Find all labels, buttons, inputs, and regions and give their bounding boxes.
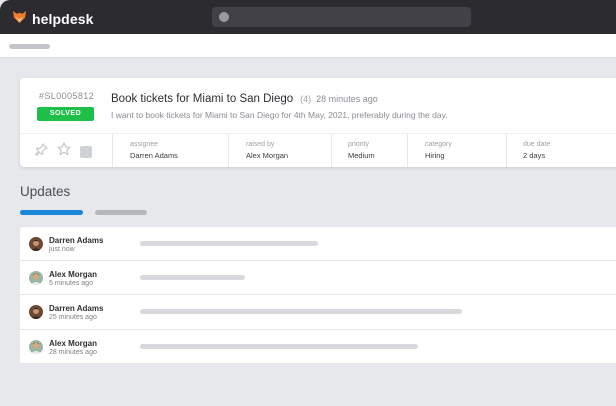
field-raised-by[interactable]: raised by Alex Morgan [246, 141, 288, 160]
field-due-date[interactable]: due date 2 days [523, 141, 550, 160]
tab-inactive[interactable] [95, 210, 147, 215]
update-time: 5 minutes ago [49, 279, 93, 287]
field-label: assignee [130, 141, 159, 148]
tab-active[interactable] [20, 210, 83, 215]
update-author[interactable]: Alex Morgan [49, 270, 97, 279]
field-priority[interactable]: priority Medium [348, 141, 375, 160]
field-value: Hiring [425, 151, 445, 160]
ticket-description: I want to book tickets for Miami to San … [111, 110, 448, 120]
sub-toolbar [0, 34, 616, 58]
update-time: 28 minutes ago [49, 348, 97, 356]
update-row[interactable]: Darren Adams just now [20, 226, 616, 261]
star-icon[interactable] [57, 142, 71, 161]
ticket-title[interactable]: Book tickets for Miami to San Diego [111, 93, 293, 105]
app-frame: helpdesk #SL0005812 SOLVED Book tickets … [0, 0, 616, 406]
divider [407, 134, 408, 167]
ticket-reply-count: (4) [300, 94, 312, 104]
square-icon[interactable] [80, 145, 92, 158]
update-message-placeholder [140, 274, 245, 280]
ticket-card: #SL0005812 SOLVED Book tickets for Miami… [20, 78, 616, 167]
search-input[interactable] [212, 7, 471, 27]
search-icon [219, 12, 229, 22]
update-author[interactable]: Darren Adams [49, 236, 103, 245]
brand[interactable]: helpdesk [12, 9, 94, 29]
divider [331, 134, 332, 167]
avatar-icon[interactable] [29, 270, 43, 285]
field-assignee[interactable]: assignee Darren Adams [130, 141, 178, 160]
field-value: 2 days [523, 151, 546, 160]
update-message-placeholder [140, 343, 418, 349]
field-value: Darren Adams [130, 151, 178, 160]
divider [20, 133, 616, 134]
field-label: priority [348, 141, 370, 148]
field-label: raised by [246, 141, 275, 148]
fox-logo-icon [12, 9, 27, 29]
update-message-placeholder [140, 241, 318, 246]
update-row[interactable]: Alex Morgan 5 minutes ago [20, 260, 616, 295]
field-label: category [425, 141, 452, 148]
avatar-icon[interactable] [29, 305, 43, 319]
ticket-id: #SL0005812 [39, 91, 95, 101]
ticket-title-row: Book tickets for Miami to San Diego (4) … [111, 93, 378, 105]
updates-list: Darren Adams just now Alex Morgan 5 minutes… [20, 226, 616, 364]
avatar-icon[interactable] [29, 237, 43, 251]
field-category[interactable]: category Hiring [425, 141, 452, 160]
update-time: just now [49, 246, 75, 253]
field-value: Alex Morgan [246, 151, 289, 160]
update-message-placeholder [140, 309, 462, 314]
app-name: helpdesk [32, 11, 94, 27]
divider [228, 134, 229, 167]
updates-heading: Updates [20, 184, 71, 199]
field-value: Medium [348, 151, 375, 160]
avatar-icon[interactable] [29, 339, 43, 354]
pin-icon[interactable] [35, 142, 48, 161]
ticket-time: 28 minutes ago [316, 94, 378, 104]
update-author[interactable]: Alex Morgan [49, 339, 97, 348]
divider [112, 134, 113, 167]
breadcrumb-placeholder[interactable] [9, 44, 50, 49]
update-author[interactable]: Darren Adams [49, 304, 103, 313]
update-row[interactable]: Alex Morgan 28 minutes ago [20, 329, 616, 364]
top-bar: helpdesk [0, 0, 616, 34]
status-badge: SOLVED [37, 107, 94, 121]
divider [506, 134, 507, 167]
ticket-actions [35, 142, 92, 161]
field-label: due date [523, 141, 551, 148]
update-time: 25 minutes ago [49, 314, 97, 321]
update-row[interactable]: Darren Adams 25 minutes ago [20, 295, 616, 330]
